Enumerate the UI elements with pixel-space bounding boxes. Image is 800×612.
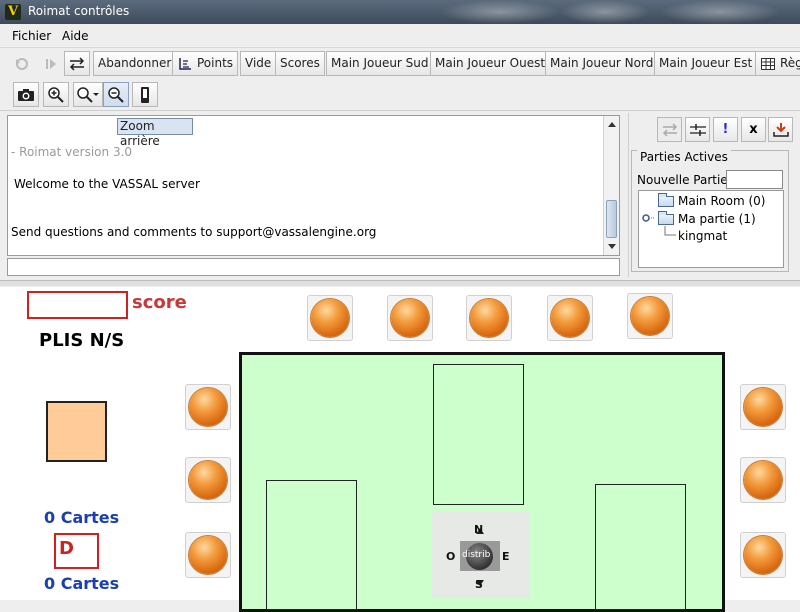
north-hand-button[interactable]: Main Joueur Nord [545,51,659,76]
room-main[interactable]: Main Room (0) [678,194,765,208]
exclaim-button[interactable]: ! [713,117,738,142]
mobile-device-icon [141,87,149,103]
player-kingmat[interactable]: kingmat [678,229,727,243]
split-button[interactable] [685,117,710,142]
rules-label: Règ [780,56,800,70]
points-label: Points [197,56,234,70]
main-toolbar: Abandonner Points Vide Scores Main Joueu… [0,48,800,79]
support-message: Send questions and comments to support@v… [11,225,377,239]
split-icon [689,124,706,136]
south-hand-button[interactable]: Main Joueur Sud [326,51,434,76]
camera-icon [18,89,34,101]
tree-connector-icon [664,226,676,236]
view-toolbar [0,79,800,111]
player-token[interactable] [185,384,231,430]
compass-north: N [474,523,484,536]
window-title: Roimat contrôles [28,4,130,18]
trick-pile[interactable] [46,401,107,462]
new-game-label: Nouvelle Partie: [637,173,732,187]
tree-expand-handle-icon [642,214,655,222]
table-grid-icon [761,58,775,70]
zoom-dropdown-icon [77,87,99,103]
compass-east: E [502,550,510,563]
west-hand-button[interactable]: Main Joueur Ouest [430,51,551,76]
menu-help[interactable]: Aide [62,29,89,43]
zoom-out-icon [108,87,124,103]
new-game-input[interactable] [726,170,783,189]
sync-arrows-icon [662,123,677,137]
folder-icon [658,193,674,207]
close-x-button[interactable]: x [741,117,766,142]
scroll-up-arrow-icon [608,122,616,127]
chat-scrollbar[interactable] [603,116,619,255]
east-card-slot[interactable] [595,484,686,610]
player-token[interactable] [547,295,593,341]
welcome-message: Welcome to the VASSAL server [14,177,200,191]
rules-button[interactable]: Règ [755,51,800,76]
folder-icon [658,211,674,225]
scroll-down-arrow-icon [608,244,616,249]
east-hand-button[interactable]: Main Joueur Est [654,51,758,76]
points-icon [179,58,191,70]
synchronize-button[interactable] [657,117,682,142]
cards-count-top: 0 Cartes [44,508,120,527]
player-token[interactable] [740,384,786,430]
points-button[interactable]: Points [172,51,239,76]
chat-input[interactable] [7,258,620,276]
abandon-button[interactable]: Abandonner [93,51,177,76]
score-label: score [132,292,187,313]
score-box [27,291,128,319]
empty-button[interactable]: Vide [240,51,277,76]
undo-icon [16,58,28,70]
deal-label: distrib [462,550,491,560]
menu-file[interactable]: Fichier [12,29,51,43]
step-forward-button[interactable] [38,51,64,76]
swap-arrows-icon [69,57,85,71]
download-tray-icon [772,123,789,137]
compass-south: S [475,578,483,591]
download-button[interactable] [768,117,793,142]
scores-button[interactable]: Scores [275,51,325,76]
split-divider[interactable] [0,280,800,286]
player-token[interactable] [185,532,231,578]
compass-west: O [446,550,456,563]
dealer-letter: D [59,538,74,559]
menu-bar: Fichier Aide [0,24,800,48]
player-token[interactable] [307,295,353,341]
undo-button[interactable] [9,51,35,76]
west-card-slot[interactable] [266,480,357,610]
hide-pieces-button[interactable] [132,82,158,107]
step-forward-icon [46,59,56,69]
screenshot-button[interactable] [13,82,39,107]
zoom-select-button[interactable] [73,82,103,107]
vassal-app-icon: V [5,4,21,20]
player-token[interactable] [466,295,512,341]
player-token[interactable] [387,295,433,341]
zoom-out-button[interactable] [103,82,129,107]
north-card-slot[interactable] [433,364,524,505]
tricks-label: PLIS N/S [39,330,125,351]
swap-sides-button[interactable] [64,51,90,76]
player-token[interactable] [740,457,786,503]
player-token[interactable] [740,532,786,578]
zoom-out-tooltip: Zoom arrière [117,118,193,148]
cards-count-bottom: 0 Cartes [44,574,120,593]
active-games-title: Parties Actives [637,150,731,164]
player-token[interactable] [627,293,673,339]
zoom-in-button[interactable] [43,82,69,107]
room-ma-partie[interactable]: Ma partie (1) [678,212,756,226]
version-message: - Roimat version 3.0 [11,145,133,159]
scroll-thumb[interactable] [606,200,617,238]
player-token[interactable] [185,457,231,503]
zoom-in-icon [48,87,64,103]
